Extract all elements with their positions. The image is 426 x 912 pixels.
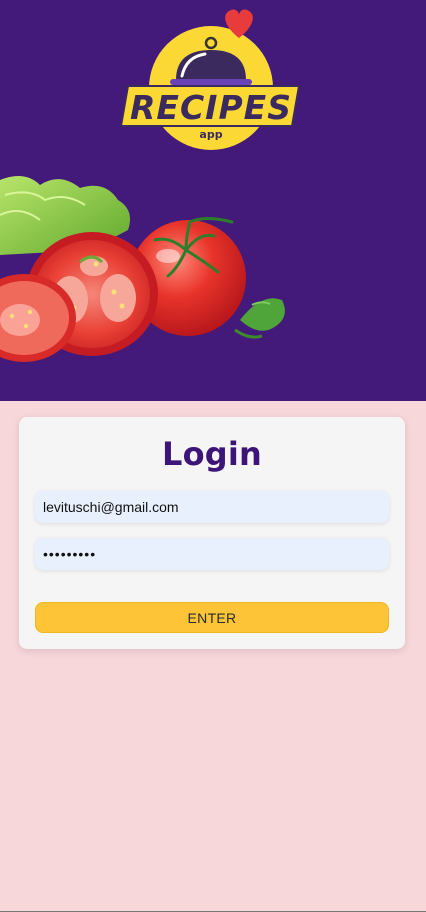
email-field[interactable] [35, 491, 389, 523]
logo-title: RECIPES [130, 88, 292, 127]
parsley [234, 298, 285, 339]
hero-banner: RECIPES app [0, 0, 426, 401]
login-heading: Login [161, 435, 263, 473]
logo-subtitle: app [199, 128, 222, 141]
enter-button[interactable]: ENTER [35, 602, 389, 633]
password-field[interactable] [35, 538, 389, 570]
login-card: Login ENTER [19, 417, 405, 649]
recipes-logo: RECIPES app [119, 9, 301, 150]
